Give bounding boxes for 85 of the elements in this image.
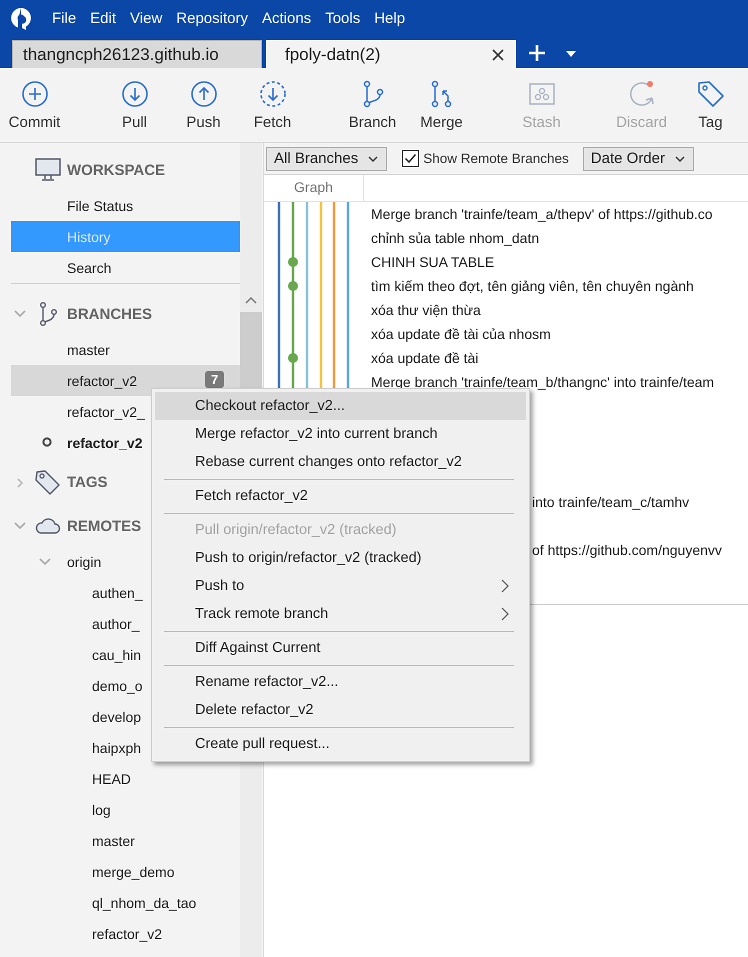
arrow-up-circle-icon — [190, 80, 218, 108]
sidebar-item[interactable]: Search — [11, 252, 240, 283]
toolbar-button[interactable]: Tag — [676, 68, 745, 142]
close-icon[interactable] — [491, 48, 505, 62]
menu-item[interactable]: Create pull request... — [155, 730, 526, 758]
caret-icon — [368, 156, 378, 162]
branch-item[interactable]: refactor_v2 7 — [11, 365, 240, 396]
toolbar-button[interactable]: Push — [169, 68, 238, 142]
commit-message[interactable]: of https://github.com/nguyenvv — [532, 538, 722, 562]
count-badge: 7 — [205, 371, 224, 388]
tag-icon — [696, 80, 724, 108]
toolbar-button[interactable]: Pull — [100, 68, 169, 142]
commit-message[interactable]: CHINH SUA TABLE — [371, 250, 722, 274]
remote-branch-item[interactable]: master — [11, 825, 240, 856]
circle-icon — [42, 437, 52, 447]
menu-item[interactable]: Track remote branch — [155, 600, 526, 628]
branch-name: master — [67, 342, 110, 358]
tag-icon — [35, 469, 61, 495]
commit-message[interactable]: tìm kiếm theo đợt, tên giảng viên, tên chuyên ngành — [371, 274, 722, 298]
chevron-icon[interactable] — [14, 310, 26, 318]
menu-item[interactable]: Actions — [262, 10, 312, 27]
section-title: WORKSPACE — [67, 162, 166, 178]
menu-item[interactable]: Tools — [325, 10, 360, 27]
menu-item[interactable]: Edit — [90, 10, 116, 27]
arrow-down-circle-icon — [120, 80, 148, 108]
toolbar-button[interactable]: Merge — [407, 68, 476, 142]
caret-icon — [675, 156, 685, 162]
toolbar-button[interactable]: Fetch — [238, 68, 307, 142]
menu-item[interactable]: Help — [374, 10, 406, 27]
chevron-icon[interactable] — [39, 558, 51, 566]
commit-message[interactable]: chỉnh sủa table nhom_datn — [371, 226, 722, 250]
commit-message[interactable]: xóa update đề tài — [371, 346, 722, 370]
branch-item[interactable]: master — [11, 334, 240, 365]
branch-filter-dropdown[interactable]: All Branches — [266, 146, 388, 170]
menu-item[interactable]: View — [130, 10, 162, 27]
remote-branch-item[interactable]: refactor_v2 — [11, 918, 240, 949]
cloud-icon — [35, 517, 61, 535]
scroll-up-icon[interactable] — [245, 296, 257, 304]
menu-item[interactable]: Push to — [155, 572, 526, 600]
menu-item[interactable]: Rebase current changes onto refactor_v2 — [155, 448, 526, 476]
branch-name: refactor_v2 — [67, 434, 142, 450]
remote-branch-item[interactable]: ql_nhom_da_tao — [11, 887, 240, 918]
remote-name: origin — [67, 554, 102, 570]
app-logo-icon — [10, 6, 32, 30]
toolbar-button[interactable]: Commit — [0, 68, 69, 142]
commit-dot[interactable] — [288, 353, 298, 363]
caret-icon[interactable] — [566, 51, 576, 57]
menu-item[interactable]: Diff Against Current — [155, 634, 526, 662]
menu-item[interactable]: Fetch refactor_v2 — [155, 482, 526, 510]
section-title: REMOTES — [67, 518, 142, 534]
section-title: BRANCHES — [67, 306, 152, 322]
plus-circle-icon — [20, 80, 48, 108]
menu-item[interactable]: File — [52, 10, 76, 27]
remote-branch-item[interactable]: HEAD — [11, 763, 240, 794]
remote-branch-item[interactable]: merge_demo — [11, 856, 240, 887]
checkbox[interactable] — [402, 150, 420, 167]
column-header[interactable]: Graph — [264, 175, 364, 201]
menu-item[interactable]: Checkout refactor_v2... — [155, 392, 526, 420]
repo-tab[interactable]: fpoly-datn(2) — [266, 40, 516, 68]
order-dropdown[interactable]: Date Order — [582, 146, 694, 170]
commit-message[interactable]: Merge branch 'trainfe/team_a/thepv' of https://github.co — [371, 202, 722, 226]
menu-item[interactable]: Rename refactor_v2... — [155, 668, 526, 696]
commit-message[interactable]: xóa update đề tài của nhosm — [371, 322, 722, 346]
monitor-icon — [35, 158, 61, 182]
checkbox-label[interactable]: Show Remote Branches — [423, 151, 569, 166]
commit-message[interactable]: into trainfe/team_c/tamhv — [532, 490, 722, 514]
repo-tab[interactable]: thangncph26123.github.io — [12, 40, 262, 68]
remote-branch-item[interactable]: log — [11, 794, 240, 825]
commit-dot[interactable] — [288, 257, 298, 267]
chevron-right-icon — [501, 579, 509, 593]
commit-dot[interactable] — [288, 281, 298, 291]
section-title: TAGS — [67, 474, 108, 490]
menu-item[interactable]: Push to origin/refactor_v2 (tracked) — [155, 544, 526, 572]
commit-message[interactable]: xóa thư viện thừa — [371, 298, 722, 322]
menu-item[interactable]: Delete refactor_v2 — [155, 696, 526, 724]
chevron-icon[interactable] — [14, 522, 26, 530]
circular-arrow-icon — [628, 80, 656, 108]
menu-item[interactable]: Repository — [176, 10, 248, 27]
branch-name: refactor_v2 — [67, 372, 138, 388]
toolbar-button[interactable]: Branch — [338, 68, 407, 142]
plus-icon[interactable] — [528, 44, 546, 62]
sidebar-item[interactable]: File Status — [11, 190, 240, 221]
menu-item[interactable]: Merge refactor_v2 into current branch — [155, 420, 526, 448]
chevron-right-icon — [501, 607, 509, 621]
commit-message[interactable]: Merge branch 'trainfe/team_b/thangnc' into trainfe/team — [371, 370, 722, 394]
